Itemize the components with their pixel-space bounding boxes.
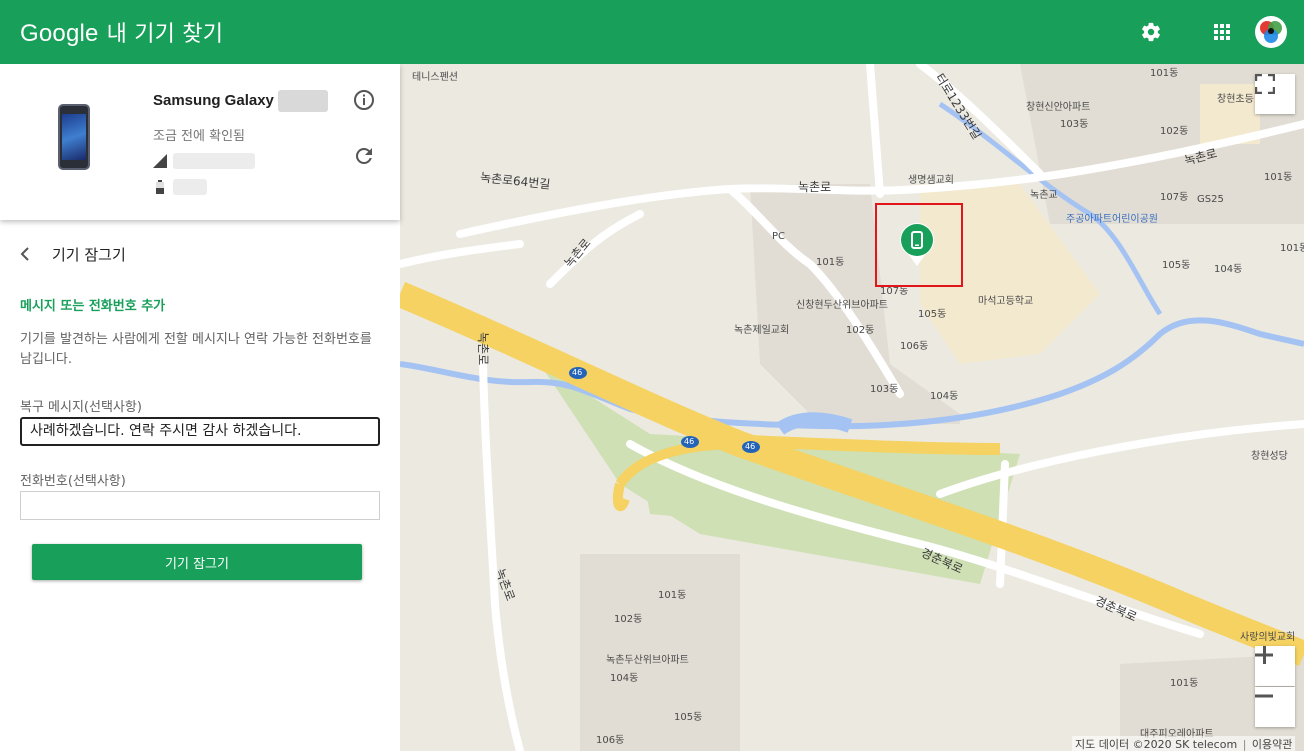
message-label: 복구 메시지(선택사항): [20, 400, 142, 415]
map-label: 101동: [1264, 172, 1293, 183]
lock-title: 기기 잠그기: [52, 246, 126, 264]
map-graphic: [400, 64, 1304, 751]
device-image: [58, 104, 90, 170]
map-label: 테니스펜션: [412, 72, 458, 83]
device-panel: Samsung Galaxy 조금 전에 확인됨 기기 잠그기 메시지 또는 전…: [0, 64, 400, 751]
map-label: 마석고등학교: [978, 296, 1034, 307]
map-label: 101동: [1170, 678, 1199, 689]
map-label: 녹촌교: [1030, 190, 1058, 201]
map-label: 사랑의빛교회: [1240, 632, 1296, 643]
map-label: 창현성당: [1251, 451, 1288, 462]
map-label: 103동: [870, 384, 899, 395]
apps-button[interactable]: [1207, 17, 1237, 47]
map-label: 106동: [596, 735, 625, 746]
map-label: 104동: [930, 391, 959, 402]
map-label: 녹촌로: [476, 332, 490, 366]
map-attribution: 지도 데이터 ©2020 SK telecom | 이용약관: [1072, 736, 1296, 751]
device-location-marker[interactable]: [897, 221, 937, 267]
top-app-bar: Google 내 기기 찾기: [0, 0, 1304, 64]
apps-grid-icon: [1214, 24, 1230, 40]
route-46-label: 46: [572, 368, 583, 377]
map-label: 101동: [1150, 68, 1179, 79]
brand-google: Google: [20, 20, 99, 47]
account-avatar[interactable]: [1255, 16, 1287, 48]
map-label: 녹촌두산위브아파트: [606, 655, 689, 666]
map-label: 102동: [846, 325, 875, 336]
section-title: 메시지 또는 전화번호 추가: [20, 299, 166, 314]
plus-icon: [1255, 646, 1273, 664]
zoom-out-button[interactable]: [1255, 687, 1295, 727]
device-info-button[interactable]: [352, 88, 376, 112]
zoom-in-button[interactable]: [1255, 646, 1295, 686]
map-label: GS25: [1197, 194, 1224, 205]
battery-row: [153, 176, 213, 198]
find-my-device-app: Google 내 기기 찾기 Samsung Galaxy 조금 전에 확인됨 …: [0, 0, 1304, 751]
app-title: Google 내 기기 찾기: [20, 16, 223, 48]
avatar-image: [1256, 17, 1286, 47]
map-label: 신창현두산위브아파트: [796, 300, 888, 311]
settings-button[interactable]: [1136, 17, 1166, 47]
map-label: 녹촌제일교회: [734, 325, 790, 336]
map-label: 103동: [1060, 119, 1089, 130]
brand-product: 내 기기 찾기: [106, 22, 224, 47]
phone-number-input[interactable]: [20, 491, 380, 520]
map-label: 생명샘교회: [908, 175, 954, 186]
map-canvas[interactable]: 테니스펜션 터로1233번길 창현신안아파트 창현초등 101동 103동 10…: [400, 64, 1304, 751]
refresh-button[interactable]: [352, 144, 376, 168]
route-46-label: 46: [684, 437, 695, 446]
route-46-label: 46: [745, 442, 756, 451]
back-button[interactable]: [14, 242, 38, 266]
map-terms-link[interactable]: 이용약관: [1252, 738, 1292, 751]
lock-device-button[interactable]: 기기 잠그기: [32, 544, 362, 580]
network-row: [153, 150, 263, 172]
map-label: 창현초등: [1217, 94, 1254, 105]
map-label: 녹촌로: [798, 180, 832, 194]
fullscreen-button[interactable]: [1255, 74, 1295, 114]
map-label: 105동: [1162, 260, 1191, 271]
map-attribution-text: 지도 데이터 ©2020 SK telecom: [1075, 738, 1238, 751]
phone-label: 전화번호(선택사항): [20, 474, 126, 489]
map-label: 창현신안아파트: [1026, 102, 1091, 113]
map-label: 105동: [918, 309, 947, 320]
map-label: 102동: [614, 614, 643, 625]
device-name-redacted: [278, 90, 328, 112]
map-label: 101동: [658, 590, 687, 601]
refresh-icon: [355, 148, 372, 164]
lock-description: 기기를 발견하는 사람에게 전할 메시지나 연락 가능한 전화번호를 남깁니다.: [20, 332, 372, 367]
map-label: 104동: [1214, 264, 1243, 275]
map-label: 105동: [674, 712, 703, 723]
minus-icon: [1255, 694, 1273, 698]
device-status: 조금 전에 확인됨: [153, 129, 245, 144]
recovery-message-input[interactable]: 사례하겠습니다. 연락 주시면 감사 하겠습니다.: [20, 417, 380, 446]
device-card: Samsung Galaxy 조금 전에 확인됨: [0, 64, 400, 220]
map-label: 106동: [900, 341, 929, 352]
map-label: 주공아파트어린이공원: [1066, 214, 1158, 225]
map-label: 104동: [610, 673, 639, 684]
map-label: 107동: [1160, 192, 1189, 203]
gear-icon: [1142, 22, 1160, 42]
info-icon: [354, 90, 374, 110]
lock-header: 기기 잠그기: [0, 236, 400, 272]
phone-marker-icon: [900, 223, 934, 266]
device-name: Samsung Galaxy: [153, 92, 274, 109]
signal-icon: [153, 154, 167, 168]
map-label: PC: [772, 231, 786, 242]
map-label: 101동: [1280, 243, 1304, 254]
battery-icon: [156, 180, 164, 194]
fullscreen-icon: [1255, 74, 1275, 94]
map-label: 102동: [1160, 126, 1189, 137]
chevron-left-icon: [20, 247, 29, 261]
map-label: 101동: [816, 257, 845, 268]
